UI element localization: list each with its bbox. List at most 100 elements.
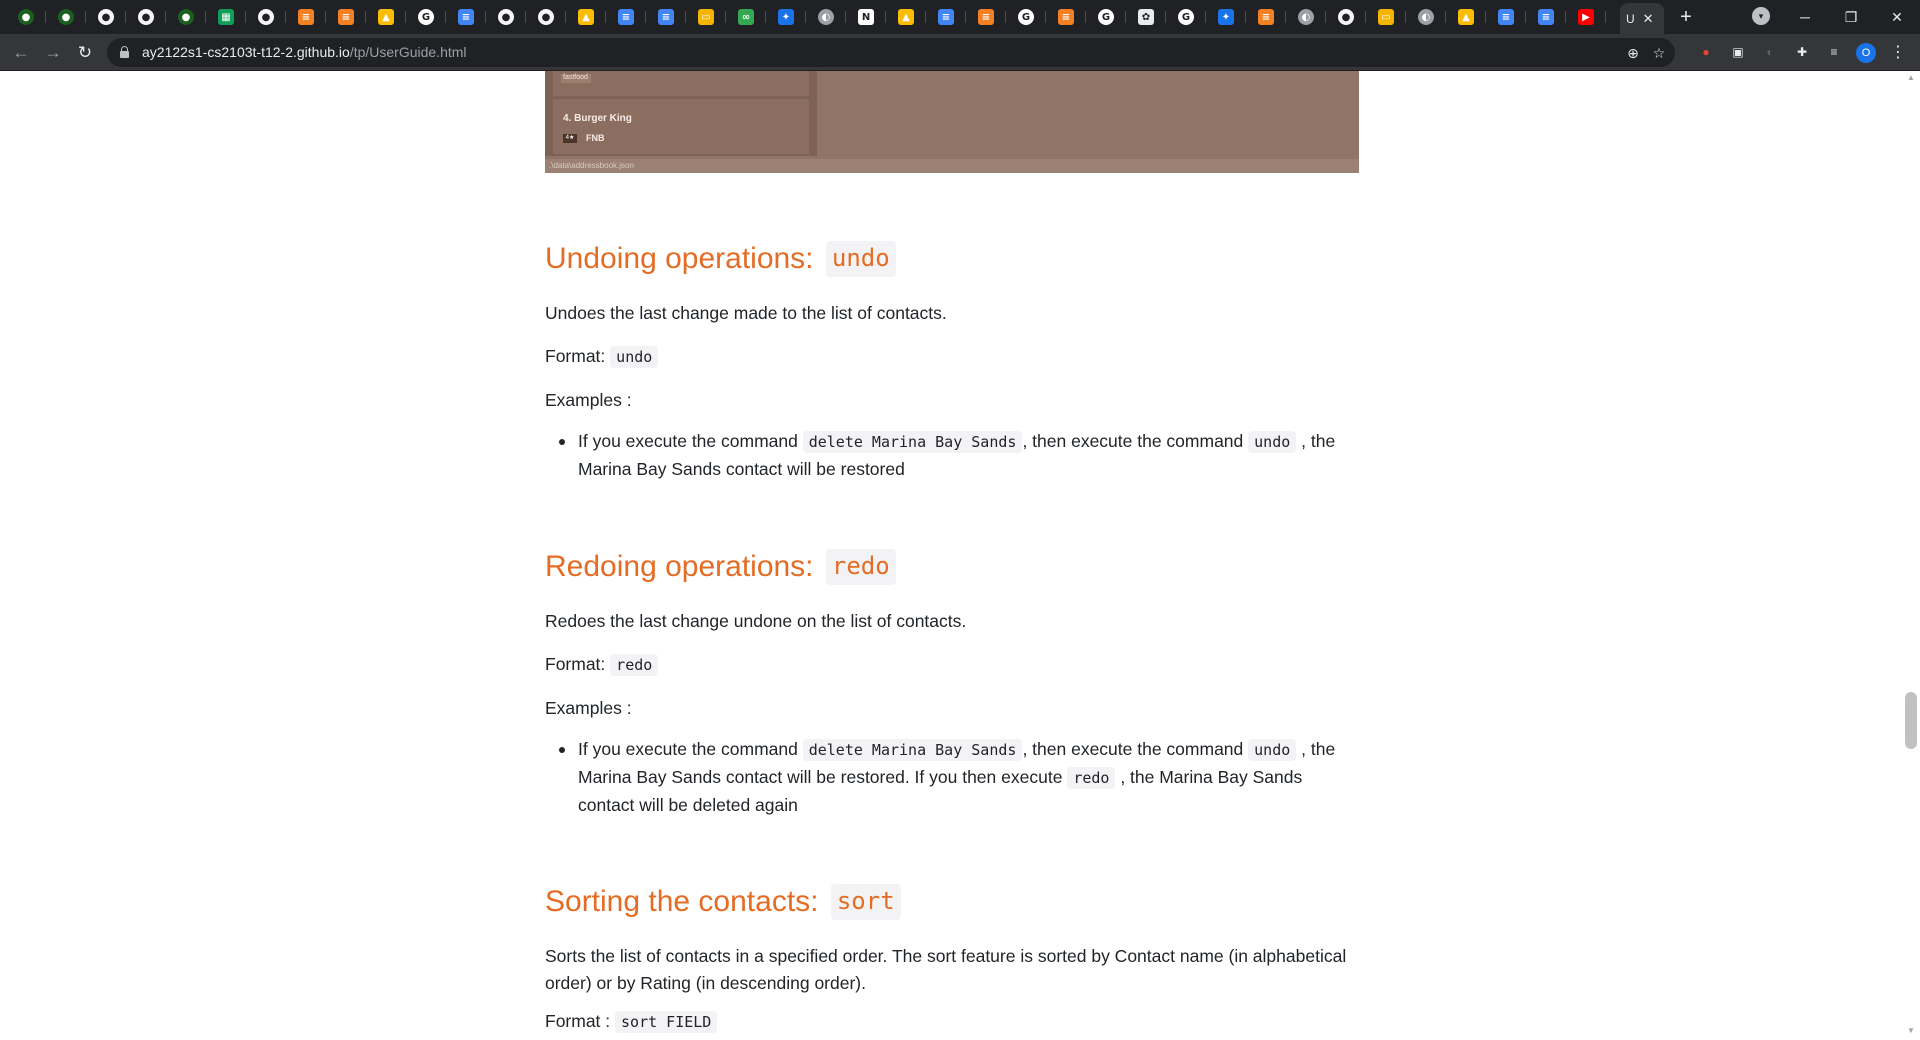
url-host: ay2122s1-cs2103t-t12-2.github.io: [142, 44, 350, 60]
page-viewport: fastfood 4. Burger King 4★ FNB .\data\ad…: [0, 71, 1920, 1040]
menu-dots-icon[interactable]: ⋮: [1890, 42, 1906, 62]
restore-button[interactable]: ❐: [1828, 0, 1874, 34]
back-button[interactable]: ←: [7, 39, 35, 67]
list-item: If you execute the command delete Marina…: [545, 428, 1360, 483]
extension-icon: ✦: [1218, 9, 1234, 25]
browser-tab[interactable]: ≡: [446, 3, 486, 31]
browser-tab[interactable]: G: [1006, 3, 1046, 31]
browser-tab[interactable]: ●: [526, 3, 566, 31]
undo-format: Format: undo: [545, 343, 1360, 371]
close-window-button[interactable]: ✕: [1874, 0, 1920, 34]
browser-tab[interactable]: ∞: [726, 3, 766, 31]
google-icon: G: [1178, 9, 1194, 25]
browser-tab[interactable]: ≡: [926, 3, 966, 31]
address-bar[interactable]: ay2122s1-cs2103t-t12-2.github.io/tp/User…: [107, 38, 1675, 67]
circle-icon: ◐: [1418, 9, 1434, 25]
tab-search-icon[interactable]: ▾: [1752, 7, 1770, 25]
browser-tab[interactable]: ▦: [206, 3, 246, 31]
extension-box-icon[interactable]: ▣: [1729, 43, 1747, 61]
new-tab-button[interactable]: +: [1672, 4, 1700, 30]
browser-tab[interactable]: ◐: [806, 3, 846, 31]
browser-tab[interactable]: N: [846, 3, 886, 31]
tab-list: ● ● ● ● ● ▦ ● ≡ ≡ ▲ G ≡ ● ● ▲ ≡ ≡ ▭ ∞ ✦ ◐ N ▲ ≡ ≡ G ≡ G ✿ G ✦ ≡ ◐ ● ▭ ◐ ▲ ≡ ≡ ▶: [6, 3, 1606, 31]
extension-grey-icon[interactable]: ◐: [1761, 43, 1779, 61]
format-code: undo: [610, 346, 659, 368]
extension-red-icon[interactable]: ●: [1697, 43, 1715, 61]
example-code: delete Marina Bay Sands: [802, 431, 1023, 453]
zoom-icon[interactable]: ⊕: [1624, 44, 1642, 62]
extensions-puzzle-icon[interactable]: ✚: [1793, 43, 1811, 61]
browser-tab[interactable]: ●: [486, 3, 526, 31]
scrollbar-thumb[interactable]: [1905, 692, 1917, 749]
reload-button[interactable]: ↻: [71, 39, 99, 67]
minimize-button[interactable]: ─: [1782, 0, 1828, 34]
format-code: redo: [610, 654, 659, 676]
browser-tab[interactable]: ✿: [1126, 3, 1166, 31]
browser-tab[interactable]: ≡: [1486, 3, 1526, 31]
browser-tab[interactable]: ✦: [1206, 3, 1246, 31]
browser-tab[interactable]: ≡: [606, 3, 646, 31]
example-text: If you execute the command: [578, 739, 798, 759]
browser-tab[interactable]: ●: [6, 3, 46, 31]
tab-active[interactable]: U ✕: [1620, 3, 1664, 34]
browser-tab[interactable]: G: [1166, 3, 1206, 31]
browser-tab[interactable]: ≡: [1046, 3, 1086, 31]
screenshot-card: [553, 71, 809, 96]
browser-tab[interactable]: ▭: [686, 3, 726, 31]
browser-tab[interactable]: ▶: [1566, 3, 1606, 31]
browser-tab[interactable]: ●: [166, 3, 206, 31]
browser-tab[interactable]: ▲: [886, 3, 926, 31]
browser-tab[interactable]: ●: [1326, 3, 1366, 31]
browser-tab[interactable]: ≡: [326, 3, 366, 31]
browser-tab[interactable]: G: [406, 3, 446, 31]
browser-tab[interactable]: ●: [46, 3, 86, 31]
close-tab-icon[interactable]: ✕: [1643, 11, 1654, 27]
browser-tab[interactable]: ▲: [566, 3, 606, 31]
undo-examples-list: If you execute the command delete Marina…: [545, 428, 1360, 483]
browser-tab[interactable]: ≡: [1526, 3, 1566, 31]
profile-avatar[interactable]: O: [1856, 43, 1876, 63]
bookmark-star-icon[interactable]: ☆: [1650, 44, 1668, 62]
app-screenshot-image: fastfood 4. Burger King 4★ FNB .\data\ad…: [545, 71, 1359, 173]
browser-tab[interactable]: ◐: [1406, 3, 1446, 31]
stackoverflow-icon: ≡: [1058, 9, 1074, 25]
stackoverflow-icon: ≡: [978, 9, 994, 25]
browser-tab[interactable]: ≡: [966, 3, 1006, 31]
url-text[interactable]: ay2122s1-cs2103t-t12-2.github.io/tp/User…: [142, 44, 467, 60]
list-item: If you execute the command delete Marina…: [545, 736, 1360, 819]
stackoverflow-icon: ≡: [1258, 9, 1274, 25]
browser-tab[interactable]: ▲: [1446, 3, 1486, 31]
drive-icon: ▲: [898, 9, 914, 25]
page-scrollbar[interactable]: ▲ ▼: [1903, 71, 1920, 1040]
example-code: undo: [1248, 739, 1297, 761]
tab-active-label: U: [1626, 11, 1635, 26]
media-control-icon[interactable]: ≡: [1825, 43, 1843, 61]
lock-icon[interactable]: [120, 46, 129, 58]
browser-tab[interactable]: G: [1086, 3, 1126, 31]
forward-button[interactable]: →: [39, 39, 67, 67]
browser-tab[interactable]: ◐: [1286, 3, 1326, 31]
screenshot-tag: fastfood: [561, 74, 591, 83]
browser-tab[interactable]: ●: [126, 3, 166, 31]
browser-tab[interactable]: ≡: [286, 3, 326, 31]
sort-heading-text: Sorting the contacts:: [545, 885, 819, 918]
browser-tab[interactable]: ▲: [366, 3, 406, 31]
screenshot-rating-badge: 4★: [563, 134, 577, 143]
github-icon: ●: [538, 9, 554, 25]
browser-tab[interactable]: ≡: [646, 3, 686, 31]
circle-icon: ◐: [818, 9, 834, 25]
browser-tab[interactable]: ✦: [766, 3, 806, 31]
scroll-up-arrow-icon[interactable]: ▲: [1907, 73, 1915, 82]
browser-tab[interactable]: ●: [86, 3, 126, 31]
scroll-down-arrow-icon[interactable]: ▼: [1907, 1026, 1915, 1035]
circle-icon: ◐: [1298, 9, 1314, 25]
browser-tab[interactable]: ≡: [1246, 3, 1286, 31]
example-code: delete Marina Bay Sands: [802, 739, 1023, 761]
browser-tab[interactable]: ▭: [1366, 3, 1406, 31]
docs-icon: ≡: [618, 9, 634, 25]
google-icon: G: [418, 9, 434, 25]
browser-tab[interactable]: ●: [246, 3, 286, 31]
stackoverflow-icon: ≡: [298, 9, 314, 25]
browser-toolbar: ← → ↻ ay2122s1-cs2103t-t12-2.github.io/t…: [0, 34, 1920, 71]
redo-heading: Redoing operations: redo: [545, 549, 896, 585]
